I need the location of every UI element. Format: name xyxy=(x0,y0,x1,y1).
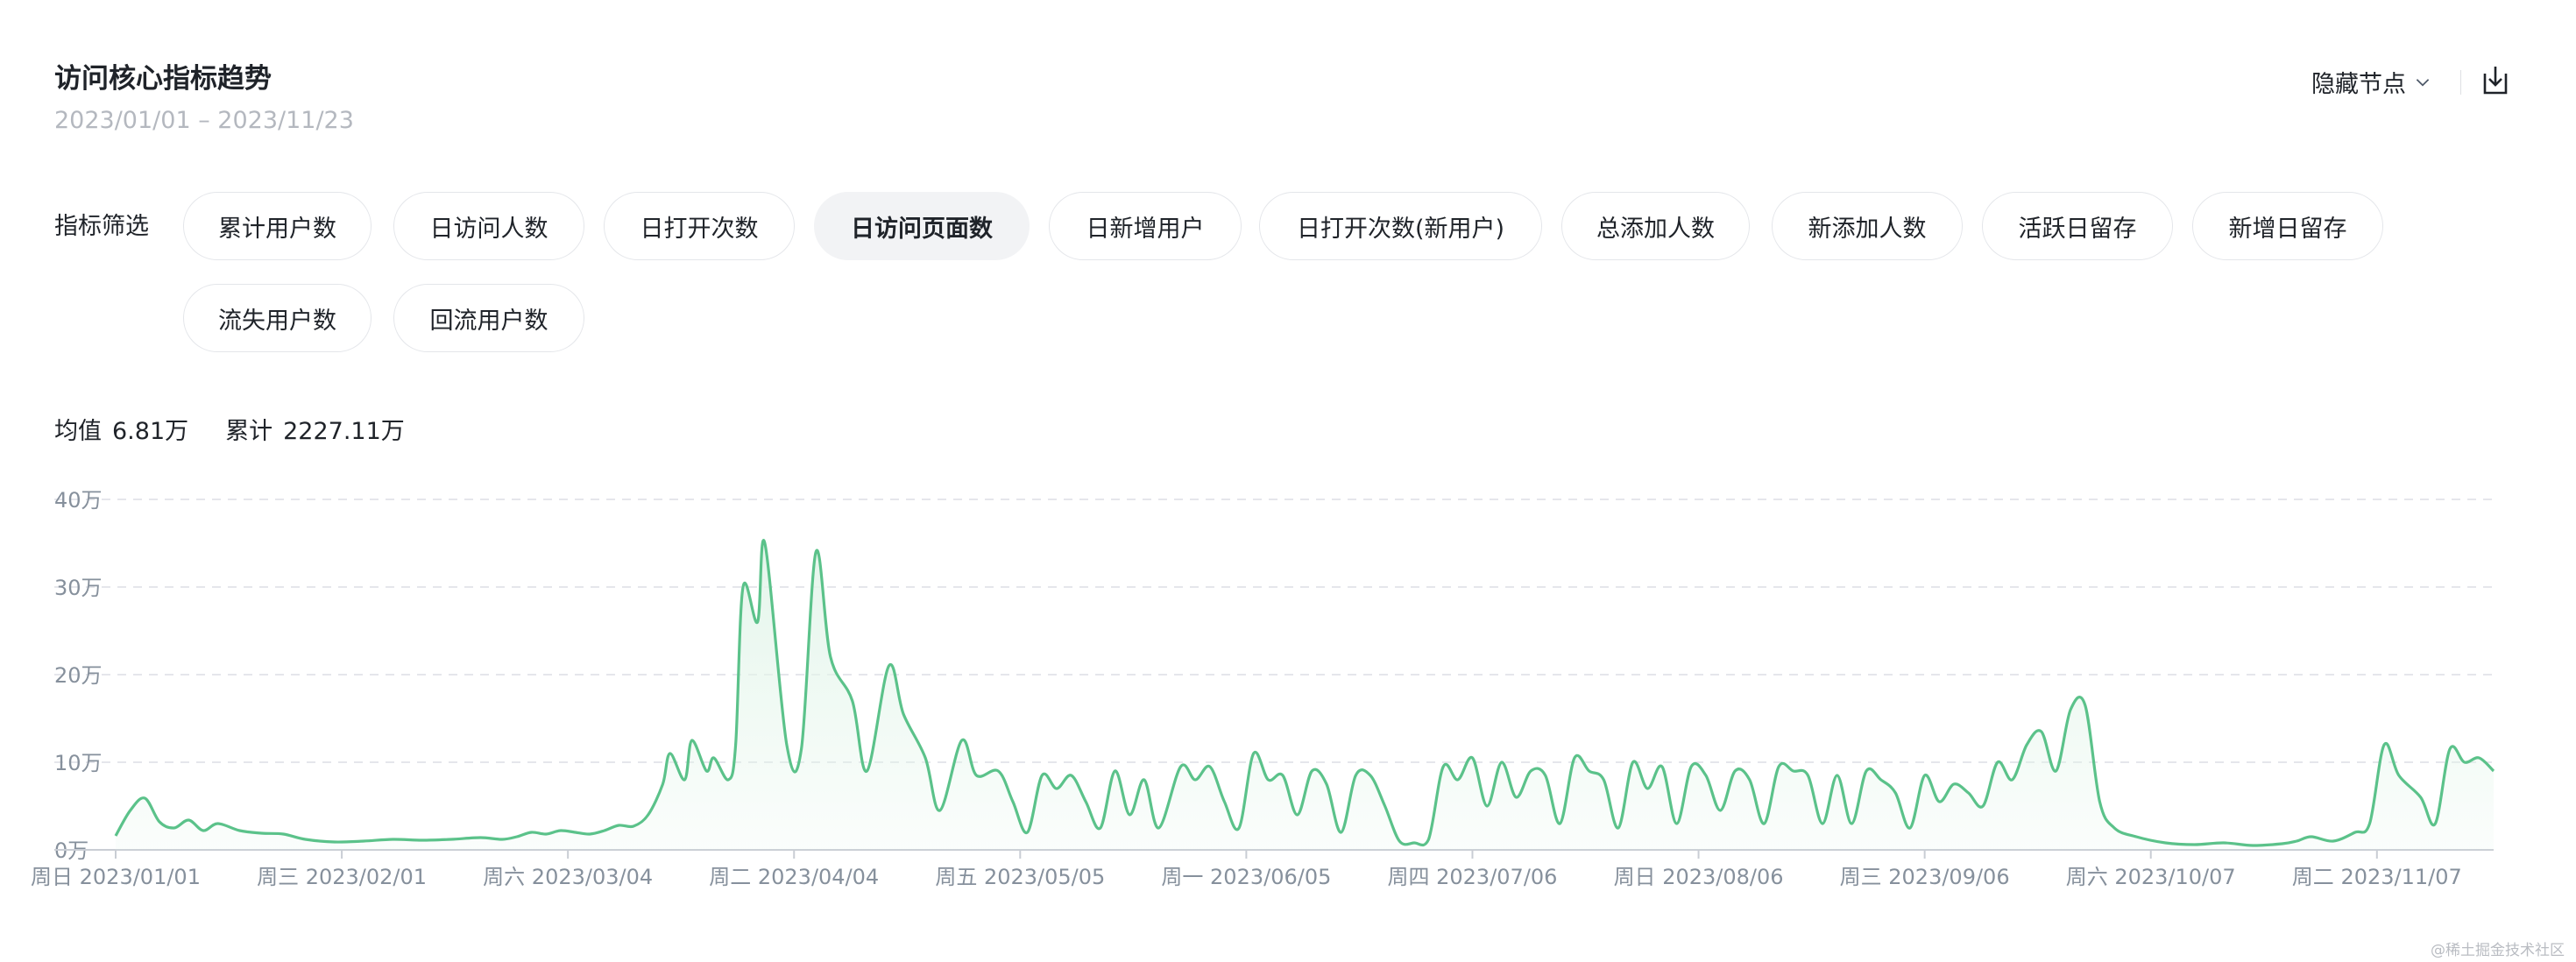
x-tick-label: 周二 2023/04/04 xyxy=(709,865,879,889)
metric-filter-pill[interactable]: 累计用户数 xyxy=(183,192,372,260)
watermark: @稀土掘金技术社区 xyxy=(2431,942,2565,959)
filter-label: 指标筛选 xyxy=(54,213,149,240)
summary-stats: 均值 6.81万 累计 2227.11万 xyxy=(54,412,405,446)
date-range: 2023/01/01 – 2023/11/23 xyxy=(54,107,354,134)
metric-filter-pill[interactable]: 日打开次数 xyxy=(604,192,795,260)
total-stat: 累计 2227.11万 xyxy=(225,412,405,446)
hide-nodes-dropdown[interactable]: 隐藏节点 xyxy=(2311,65,2432,99)
metric-filter-pill[interactable]: 日打开次数(新用户) xyxy=(1259,192,1542,260)
metric-filter-pill[interactable]: 总添加人数 xyxy=(1561,192,1750,260)
mean-value: 6.81万 xyxy=(112,418,189,445)
metric-filter-pill[interactable]: 回流用户数 xyxy=(393,284,584,352)
metric-filter-pill[interactable]: 新增日留存 xyxy=(2192,192,2383,260)
download-icon[interactable] xyxy=(2480,63,2511,98)
x-tick-label: 周六 2023/03/04 xyxy=(483,865,653,889)
series-line xyxy=(114,539,2495,847)
y-tick-label: 30万 xyxy=(54,576,103,600)
metric-filter-pill[interactable]: 流失用户数 xyxy=(183,284,372,352)
x-tick-label: 周一 2023/06/05 xyxy=(1161,865,1331,889)
trend-chart: 0万10万20万30万40万周日 2023/01/01 周三 2023/02/01… xyxy=(31,488,2495,889)
mean-stat: 均值 6.81万 xyxy=(54,412,188,446)
metric-filter-pill[interactable]: 日访问页面数 xyxy=(814,192,1030,260)
x-tick-label: 周三 2023/09/06 xyxy=(1840,865,2010,889)
chevron-down-icon xyxy=(2416,78,2430,87)
metric-filter-pill[interactable]: 新添加人数 xyxy=(1772,192,1963,260)
total-value: 2227.11万 xyxy=(283,418,405,445)
x-tick-label: 周三 2023/02/01 xyxy=(257,865,427,889)
metric-filter-pill[interactable]: 日访问人数 xyxy=(393,192,584,260)
metric-filter-pill[interactable]: 日新增用户 xyxy=(1049,192,1242,260)
y-tick-label: 20万 xyxy=(54,663,103,688)
x-tick-label: 周四 2023/07/06 xyxy=(1387,865,1557,889)
x-tick-label: 周五 2023/05/05 xyxy=(935,865,1105,889)
x-tick-label: 周日 2023/08/06 xyxy=(1614,865,1784,889)
hide-nodes-label: 隐藏节点 xyxy=(2311,71,2406,98)
page-title: 访问核心指标趋势 xyxy=(54,63,272,95)
y-tick-label: 10万 xyxy=(54,751,103,775)
x-tick-label: 周二 2023/11/07 xyxy=(2292,865,2462,889)
y-tick-label: 40万 xyxy=(54,488,103,513)
toolbar-divider xyxy=(2460,70,2461,95)
mean-label: 均值 xyxy=(54,418,102,445)
x-tick-label: 周日 2023/01/01 xyxy=(31,865,201,889)
metric-filter-pill[interactable]: 活跃日留存 xyxy=(1982,192,2173,260)
x-tick-label: 周六 2023/10/07 xyxy=(2066,865,2236,889)
total-label: 累计 xyxy=(225,418,273,445)
